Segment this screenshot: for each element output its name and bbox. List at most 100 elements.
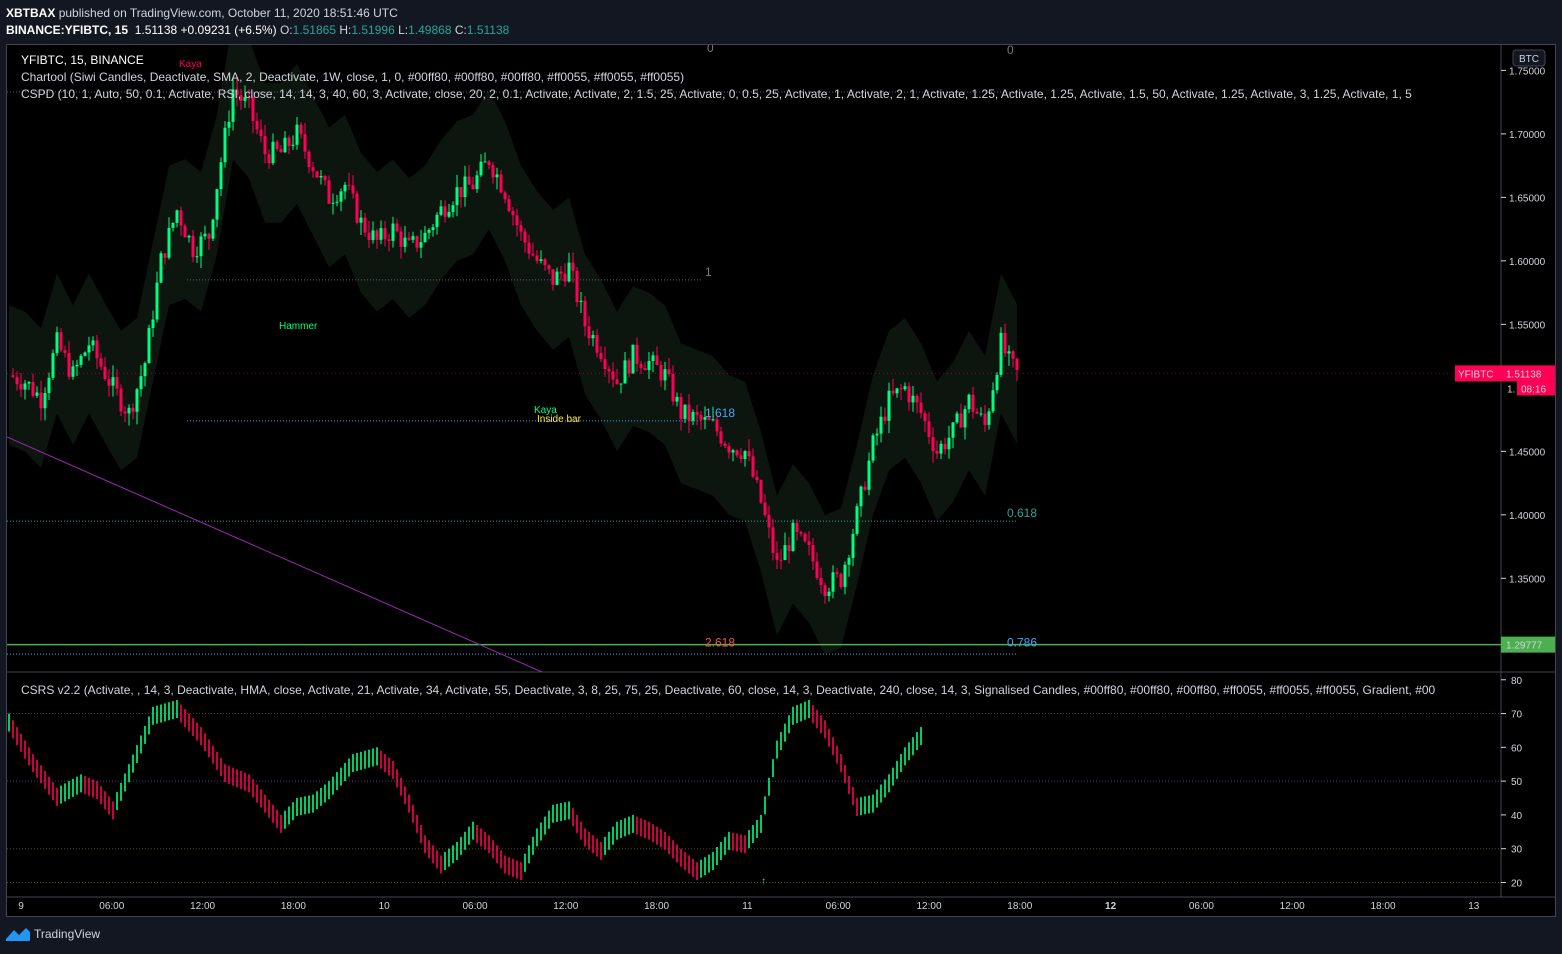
candle-body (731, 450, 735, 453)
last-price: 1.51138 (134, 23, 178, 37)
candle-body (991, 390, 995, 412)
time-axis[interactable]: 9 06:00 12:00 18:00 10 06:00 12:00 18:00 11 06:00… (18, 901, 1480, 912)
candle-body (267, 154, 271, 164)
candle-body (263, 136, 267, 155)
candle-body (399, 231, 403, 247)
author-name[interactable]: XBTBAX (6, 6, 55, 20)
candle-body (811, 545, 815, 562)
candle-body (463, 176, 467, 198)
candle-body (123, 411, 127, 414)
candle-body (131, 407, 135, 412)
symbol-line: BINANCE:YFIBTC, 15 (6, 23, 129, 37)
price-tick-label: 1.35000 (1509, 574, 1546, 585)
candle-body (843, 564, 847, 587)
chart-frame[interactable]: 1.75000 1.70000 1.65000 1.60000 1.55000 1.450… (6, 44, 1556, 917)
candle-body (699, 414, 703, 420)
candle-body (695, 412, 699, 415)
candle-body (355, 193, 359, 223)
candle-body (63, 350, 67, 354)
candle-body (583, 300, 587, 327)
candle-body (647, 360, 651, 371)
fib-label-left-top: 0 (707, 45, 714, 55)
candle-body (43, 393, 47, 409)
candle-body (819, 578, 823, 586)
candle-body (507, 199, 511, 211)
candle-body (995, 374, 999, 391)
candle-body (971, 394, 975, 412)
candle-body (599, 352, 603, 360)
hammer-label: Hammer (279, 321, 318, 332)
candle-body (339, 191, 343, 202)
osc-tick-label: 80 (1511, 676, 1523, 687)
chart-canvas[interactable]: 1.75000 1.70000 1.65000 1.60000 1.55000 1.450… (7, 45, 1555, 916)
oscillator-bars[interactable] (8, 700, 922, 881)
candle-body (375, 230, 379, 240)
candle-body (351, 185, 355, 194)
candle-body (887, 390, 891, 421)
close-label: C: (454, 23, 467, 37)
candle-body (35, 392, 39, 396)
candle-body (939, 443, 943, 454)
kaya-top-label: Kaya (179, 59, 202, 70)
candle-body (447, 211, 451, 217)
candle-body (955, 413, 959, 423)
candle-body (187, 235, 191, 238)
candle-body (23, 383, 27, 390)
candle-body (559, 271, 563, 274)
candle-body (1003, 332, 1007, 354)
candle-body (31, 382, 35, 396)
candle-body (523, 231, 527, 243)
candle-body (775, 553, 779, 560)
candle-body (635, 344, 639, 364)
candle-body (539, 259, 543, 261)
candle-body (223, 127, 227, 163)
candle-body (543, 259, 547, 266)
candle-body (823, 585, 827, 597)
price-axis[interactable]: 1.75000 1.70000 1.65000 1.60000 1.55000 1.450… (1455, 49, 1555, 889)
candle-body (163, 253, 167, 258)
candle-body (747, 451, 751, 457)
candle-body (15, 376, 19, 385)
candle-body (679, 396, 683, 419)
countdown-tag-text: 08:16 (1521, 384, 1546, 395)
legend-title[interactable]: YFIBTC, 15, BINANCE (21, 53, 144, 67)
osc-tick-label: 50 (1511, 777, 1523, 788)
candle-body (579, 300, 583, 302)
candle-body (379, 228, 383, 240)
candle-body (435, 214, 439, 228)
candle-body (663, 369, 667, 381)
candle-body (859, 486, 863, 507)
candle-body (603, 359, 607, 370)
legend-chartool[interactable]: Chartool (Siwi Candles, Deactivate, SMA,… (21, 70, 684, 84)
high-value: 1.51996 (351, 23, 395, 37)
candle-body (1011, 351, 1015, 359)
time-tick-label: 18:00 (644, 901, 669, 912)
time-tick-label: 06:00 (99, 901, 124, 912)
candle-body (675, 396, 679, 402)
candle-body (503, 192, 507, 200)
price-tick-label: 1.75000 (1509, 66, 1546, 77)
price-tick-label: 1.65000 (1509, 193, 1546, 204)
candle-body (479, 161, 483, 176)
candle-body (803, 533, 807, 542)
candle-body (911, 395, 915, 403)
candle-body (879, 416, 883, 434)
candle-body (847, 557, 851, 565)
time-tick-label: 9 (18, 901, 24, 912)
candle-body (427, 229, 431, 233)
candle-body (367, 232, 371, 241)
candle-body (303, 134, 307, 152)
candle-body (27, 382, 31, 384)
candle-body (39, 392, 43, 409)
tradingview-brand[interactable]: TradingView (6, 927, 100, 941)
fib-label-right-top: 0 (1007, 45, 1014, 57)
candle-body (343, 184, 347, 192)
candle-body (11, 375, 15, 377)
candle-body (983, 413, 987, 425)
legend-csrs[interactable]: CSRS v2.2 (Activate, , 14, 3, Deactivate… (21, 683, 1501, 697)
tradingview-logo-icon (6, 928, 30, 941)
candle-body (691, 412, 695, 421)
candle-body (863, 486, 867, 490)
legend-cspd[interactable]: CSPD (10, 1, Auto, 50, 0.1, Activate, RS… (21, 87, 1501, 101)
candle-body (443, 206, 447, 217)
